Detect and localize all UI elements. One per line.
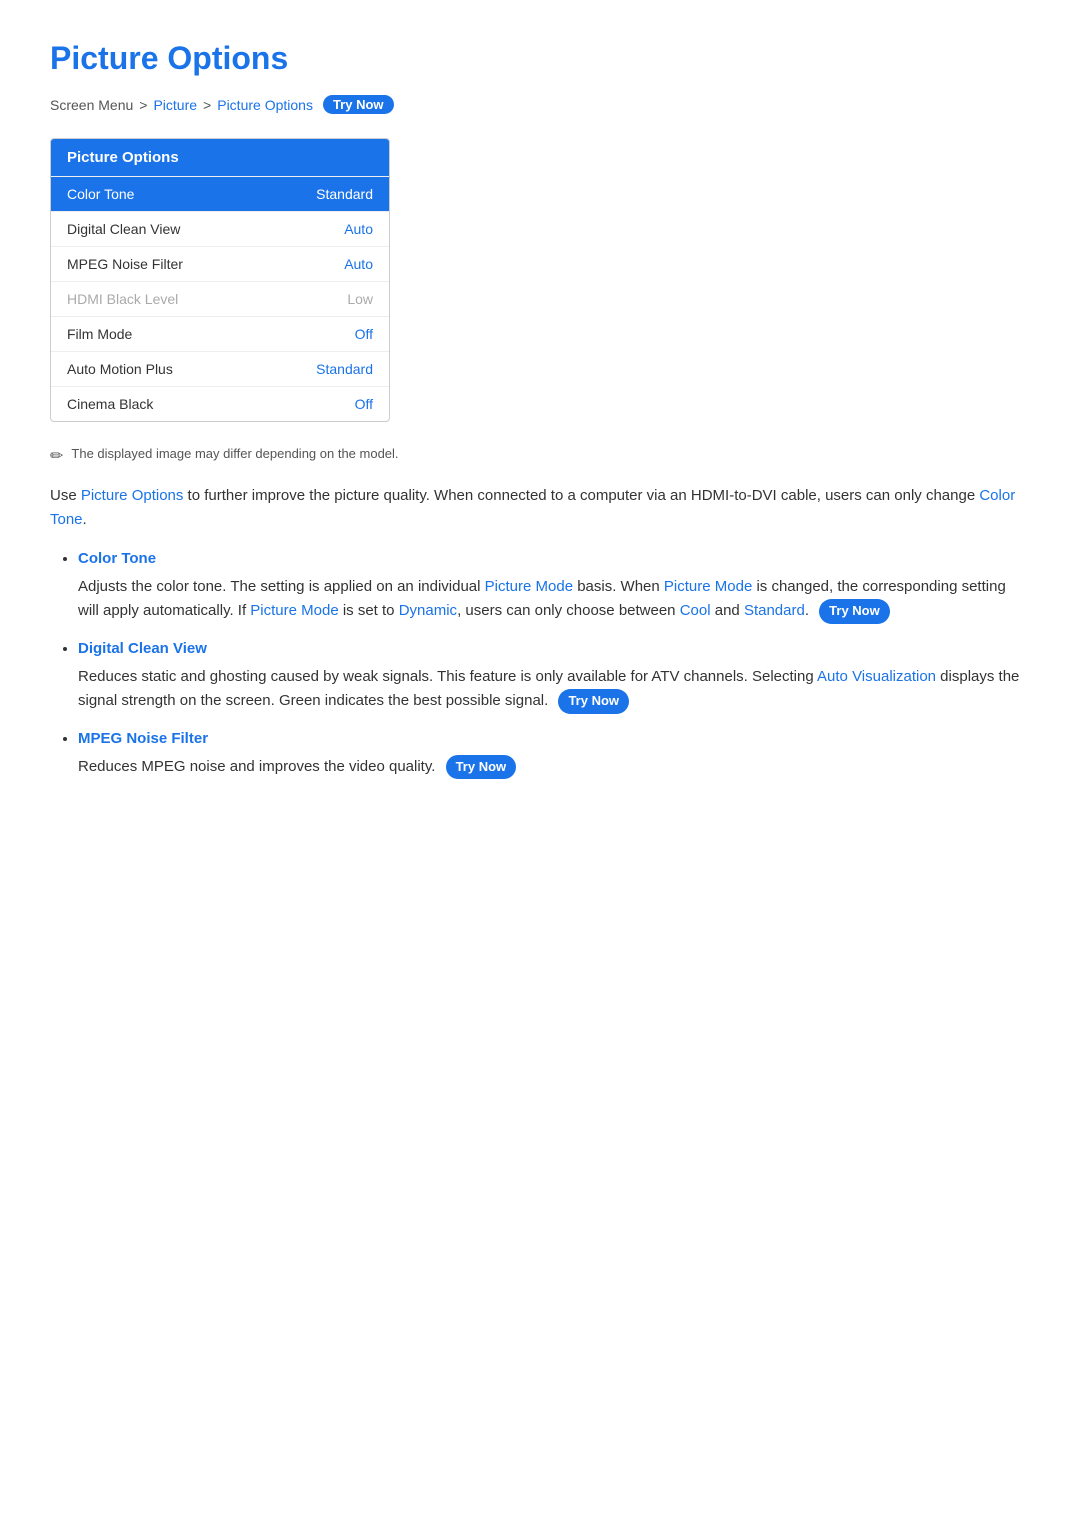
ct-text2: basis. When [573,578,664,595]
section-title-digital-clean-view: Digital Clean View [78,640,1030,657]
menu-label-cinema-black: Cinema Black [67,396,153,412]
intro-text-before: Use [50,487,81,504]
menu-value-film-mode: Off [355,326,373,342]
menu-value-color-tone: Standard [316,186,373,202]
ct-link-picture-mode-3[interactable]: Picture Mode [250,602,338,619]
menu-row-hdmi-black-level: HDMI Black Level Low [51,281,389,316]
breadcrumb-separator-2: > [203,97,211,113]
section-title-color-tone: Color Tone [78,550,1030,567]
ct-try-now-badge[interactable]: Try Now [819,599,890,624]
menu-label-auto-motion-plus: Auto Motion Plus [67,361,173,377]
note-row: ✏ The displayed image may differ dependi… [50,446,1030,466]
mnf-text1: Reduces MPEG noise and improves the vide… [78,758,440,775]
section-mpeg-noise-filter: MPEG Noise Filter Reduces MPEG noise and… [78,730,1030,780]
breadcrumb: Screen Menu > Picture > Picture Options … [50,95,1030,114]
menu-label-mpeg-noise-filter: MPEG Noise Filter [67,256,183,272]
menu-row-auto-motion-plus[interactable]: Auto Motion Plus Standard [51,351,389,386]
ct-link-cool[interactable]: Cool [680,602,711,619]
dcv-text1: Reduces static and ghosting caused by we… [78,668,817,685]
note-text: The displayed image may differ depending… [71,446,398,461]
menu-value-cinema-black: Off [355,396,373,412]
section-color-tone: Color Tone Adjusts the color tone. The s… [78,550,1030,624]
ct-link-dynamic[interactable]: Dynamic [399,602,457,619]
breadcrumb-try-now-badge[interactable]: Try Now [323,95,394,114]
dcv-try-now-badge[interactable]: Try Now [558,689,629,714]
mnf-try-now-badge[interactable]: Try Now [446,755,517,780]
ct-text5: , users can only choose between [457,602,680,619]
sections-list: Color Tone Adjusts the color tone. The s… [50,550,1030,779]
ct-link-picture-mode-2[interactable]: Picture Mode [664,578,752,595]
picture-options-menu: Picture Options Color Tone Standard Digi… [50,138,390,422]
ct-link-standard[interactable]: Standard [744,602,805,619]
pencil-icon: ✏ [50,446,63,466]
breadcrumb-separator-1: > [139,97,147,113]
section-title-mpeg-noise-filter: MPEG Noise Filter [78,730,1030,747]
ct-text6: and [711,602,744,619]
breadcrumb-picture-options[interactable]: Picture Options [217,97,313,113]
intro-text-after: . [83,511,87,528]
ct-text7: . [805,602,813,619]
ct-text1: Adjusts the color tone. The setting is a… [78,578,485,595]
menu-value-auto-motion-plus: Standard [316,361,373,377]
menu-row-color-tone[interactable]: Color Tone Standard [51,176,389,211]
section-body-color-tone: Adjusts the color tone. The setting is a… [78,575,1030,624]
menu-label-digital-clean-view: Digital Clean View [67,221,180,237]
ct-text4: is set to [339,602,399,619]
menu-header: Picture Options [51,139,389,176]
menu-label-color-tone: Color Tone [67,186,134,202]
page-title: Picture Options [50,40,1030,77]
menu-row-mpeg-noise-filter[interactable]: MPEG Noise Filter Auto [51,246,389,281]
section-body-digital-clean-view: Reduces static and ghosting caused by we… [78,665,1030,714]
intro-paragraph: Use Picture Options to further improve t… [50,484,1030,532]
menu-row-digital-clean-view[interactable]: Digital Clean View Auto [51,211,389,246]
breadcrumb-picture[interactable]: Picture [153,97,197,113]
menu-value-hdmi-black-level: Low [347,291,373,307]
ct-link-picture-mode-1[interactable]: Picture Mode [485,578,573,595]
menu-value-mpeg-noise-filter: Auto [344,256,373,272]
menu-label-hdmi-black-level: HDMI Black Level [67,291,178,307]
dcv-link-auto-visualization[interactable]: Auto Visualization [817,668,936,685]
intro-text-middle: to further improve the picture quality. … [183,487,979,504]
section-digital-clean-view: Digital Clean View Reduces static and gh… [78,640,1030,714]
menu-row-cinema-black[interactable]: Cinema Black Off [51,386,389,421]
breadcrumb-screen-menu: Screen Menu [50,97,133,113]
intro-link-picture-options[interactable]: Picture Options [81,487,184,504]
menu-row-film-mode[interactable]: Film Mode Off [51,316,389,351]
menu-value-digital-clean-view: Auto [344,221,373,237]
section-body-mpeg-noise-filter: Reduces MPEG noise and improves the vide… [78,755,1030,780]
menu-label-film-mode: Film Mode [67,326,132,342]
